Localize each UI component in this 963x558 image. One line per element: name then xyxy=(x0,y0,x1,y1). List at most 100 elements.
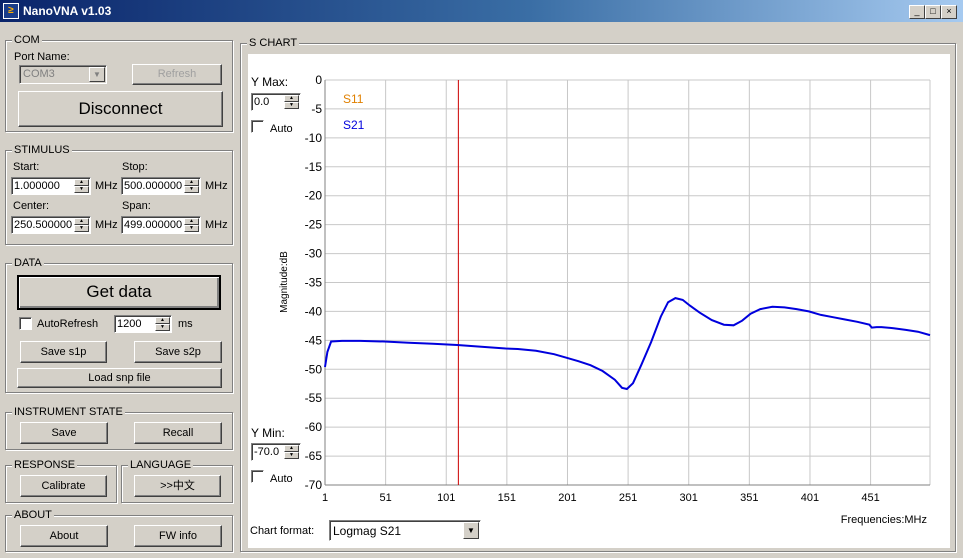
y-tick-label: -45 xyxy=(305,333,323,347)
center-unit: MHz xyxy=(95,219,118,231)
ymax-auto-checkbox[interactable] xyxy=(251,120,264,133)
y-tick-label: -15 xyxy=(305,160,323,174)
response-label: RESPONSE xyxy=(12,459,78,471)
chart-format-select[interactable]: Logmag S21 ▼ xyxy=(329,520,481,541)
y-tick-label: -50 xyxy=(305,362,323,376)
minimize-button[interactable]: _ xyxy=(909,5,925,19)
x-axis-label: Frequencies:MHz xyxy=(841,514,927,526)
ymin-auto-label: Auto xyxy=(270,473,293,485)
language-button[interactable]: >>中文 xyxy=(134,475,221,497)
x-tick-label: 301 xyxy=(680,492,698,504)
spin-arrows-icon[interactable]: ▲ ▼ xyxy=(184,179,199,193)
x-tick-label: 401 xyxy=(801,492,819,504)
legend-s21: S21 xyxy=(343,118,365,132)
y-tick-label: -30 xyxy=(305,247,323,261)
x-tick-label: 51 xyxy=(379,492,391,504)
ymax-label: Y Max: xyxy=(251,75,289,89)
center-frequency-input[interactable]: ▲▼ xyxy=(11,216,91,234)
x-tick-label: 201 xyxy=(558,492,576,504)
center-label: Center: xyxy=(13,200,50,212)
x-tick-label: 151 xyxy=(498,492,516,504)
instrument-state-label: INSTRUMENT STATE xyxy=(12,406,125,418)
start-frequency-input[interactable]: ▲▼ xyxy=(11,177,91,195)
x-tick-label: 451 xyxy=(861,492,879,504)
y-tick-label: -5 xyxy=(311,102,322,116)
span-unit: MHz xyxy=(205,219,228,231)
maximize-button[interactable]: □ xyxy=(925,5,941,19)
window-title: NanoVNA v1.03 xyxy=(23,4,112,18)
y-tick-label: -25 xyxy=(305,218,323,232)
calibrate-button[interactable]: Calibrate xyxy=(20,475,107,497)
disconnect-button[interactable]: Disconnect xyxy=(18,91,223,127)
start-frequency-field[interactable] xyxy=(14,179,72,193)
port-select[interactable]: COM3 ▼ xyxy=(19,65,107,84)
y-tick-label: -60 xyxy=(305,420,323,434)
about-group-label: ABOUT xyxy=(12,509,54,521)
save-state-button[interactable]: Save xyxy=(20,422,108,444)
chevron-down-icon: ▼ xyxy=(89,67,105,82)
s-chart-group-label: S CHART xyxy=(247,37,300,49)
legend-s11: S11 xyxy=(343,92,364,106)
fw-info-button[interactable]: FW info xyxy=(134,525,222,547)
spin-arrows-icon[interactable]: ▲ ▼ xyxy=(284,95,299,109)
stimulus-group-label: STIMULUS xyxy=(12,144,72,156)
recall-button[interactable]: Recall xyxy=(134,422,222,444)
y-axis-label: Magnitude:dB xyxy=(279,251,290,313)
autorefresh-label: AutoRefresh xyxy=(37,318,99,330)
ymax-field[interactable] xyxy=(254,95,282,109)
stop-frequency-input[interactable]: ▲▼ xyxy=(121,177,201,195)
spin-arrows-icon[interactable]: ▲ ▼ xyxy=(184,218,199,232)
ymax-auto-label: Auto xyxy=(270,123,293,135)
app-icon: ≥ xyxy=(3,3,19,19)
y-tick-label: -55 xyxy=(305,391,323,405)
span-label: Span: xyxy=(122,200,151,212)
y-tick-label: -70 xyxy=(305,478,323,492)
refresh-button[interactable]: Refresh xyxy=(132,64,222,85)
ymin-input[interactable]: ▲▼ xyxy=(251,443,301,461)
language-label: LANGUAGE xyxy=(128,459,194,471)
s-chart: 0 -5 -10 -15 -20 -25 -30 -35 -40 -45 -50 -55 -60 -65 -… xyxy=(279,73,931,526)
spin-arrows-icon[interactable]: ▲ ▼ xyxy=(155,317,170,331)
autorefresh-checkbox[interactable] xyxy=(19,317,32,330)
y-tick-label: -35 xyxy=(305,276,323,290)
y-tick-label: -20 xyxy=(305,189,323,203)
stop-label: Stop: xyxy=(122,161,148,173)
chart-format-label: Chart format: xyxy=(250,525,315,537)
span-frequency-input[interactable]: ▲▼ xyxy=(121,216,201,234)
data-group-label: DATA xyxy=(12,257,44,269)
load-snp-button[interactable]: Load snp file xyxy=(17,368,222,388)
autorefresh-interval-input[interactable]: ▲▼ xyxy=(114,315,172,333)
start-unit: MHz xyxy=(95,180,118,192)
get-data-button[interactable]: Get data xyxy=(17,275,221,310)
ymin-field[interactable] xyxy=(254,445,282,459)
x-tick-label: 351 xyxy=(740,492,758,504)
chart-area: 0 -5 -10 -15 -20 -25 -30 -35 -40 -45 -50 -55 -60 -65 -… xyxy=(248,54,950,548)
title-bar: ≥ NanoVNA v1.03 _ □ × xyxy=(0,0,963,22)
start-label: Start: xyxy=(13,161,40,173)
ymin-label: Y Min: xyxy=(251,426,285,440)
x-tick-label: 251 xyxy=(619,492,637,504)
ms-label: ms xyxy=(178,318,193,330)
spin-arrows-icon[interactable]: ▲ ▼ xyxy=(284,445,299,459)
about-button[interactable]: About xyxy=(20,525,108,547)
autorefresh-interval-field[interactable] xyxy=(117,317,153,331)
save-s2p-button[interactable]: Save s2p xyxy=(134,341,222,363)
span-frequency-field[interactable] xyxy=(124,218,182,232)
stop-unit: MHz xyxy=(205,180,228,192)
save-s1p-button[interactable]: Save s1p xyxy=(20,341,107,363)
y-tick-label: -65 xyxy=(305,449,323,463)
close-button[interactable]: × xyxy=(941,5,957,19)
y-tick-label: -40 xyxy=(305,304,323,318)
com-group-label: COM xyxy=(12,34,42,46)
ymin-auto-checkbox[interactable] xyxy=(251,470,264,483)
chevron-down-icon: ▼ xyxy=(463,522,479,539)
x-tick-label: 1 xyxy=(322,492,328,504)
spin-arrows-icon[interactable]: ▲ ▼ xyxy=(74,179,89,193)
stop-frequency-field[interactable] xyxy=(124,179,182,193)
x-tick-label: 101 xyxy=(437,492,455,504)
y-tick-label: -10 xyxy=(305,131,323,145)
y-tick-label: 0 xyxy=(315,73,322,87)
ymax-input[interactable]: ▲▼ xyxy=(251,93,301,111)
spin-arrows-icon[interactable]: ▲ ▼ xyxy=(74,218,89,232)
center-frequency-field[interactable] xyxy=(14,218,72,232)
